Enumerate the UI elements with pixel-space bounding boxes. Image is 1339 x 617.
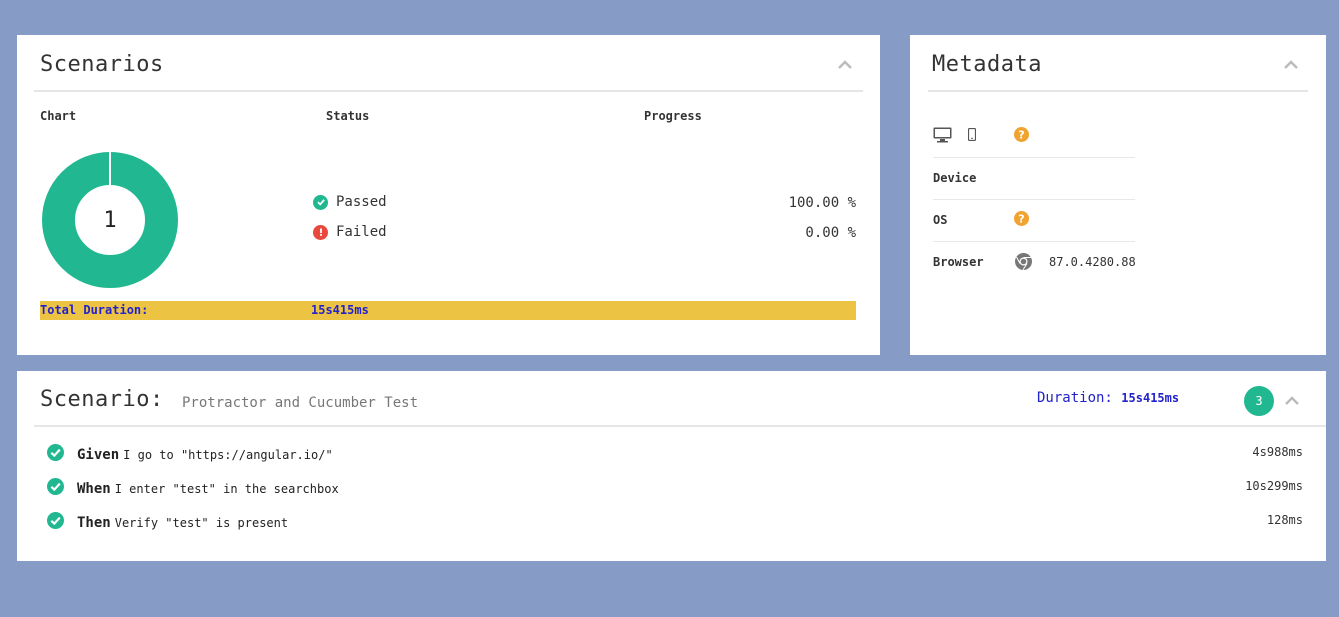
meta-icons-row: ? — [933, 115, 1135, 158]
meta-row-browser: Browser 87.0.4280.88 — [933, 241, 1136, 283]
collapse-chevron-icon[interactable] — [837, 60, 857, 74]
meta-row-device: Device — [933, 157, 1135, 200]
svg-text:?: ? — [1018, 129, 1024, 142]
check-circle-icon — [313, 194, 328, 210]
step-row: Then Verify "test" is present 128ms — [47, 512, 1303, 536]
chrome-icon — [1015, 253, 1032, 273]
total-duration-bar: Total Duration: 15s415ms — [40, 301, 856, 320]
meta-label-browser: Browser — [933, 255, 984, 269]
step-keyword: Given — [77, 447, 120, 463]
meta-label-device: Device — [933, 171, 977, 185]
mobile-icon — [967, 127, 977, 144]
scenarios-title: Scenarios — [40, 52, 164, 77]
col-status-header: Status — [326, 109, 370, 123]
question-icon: ? — [1014, 211, 1029, 229]
progress-passed: 100.00 % — [788, 195, 856, 211]
donut-center-value: 1 — [103, 207, 117, 233]
step-keyword: When — [77, 481, 111, 497]
scenarios-panel: Scenarios Chart Status Progress 1 Passed… — [17, 35, 880, 355]
status-label-failed: Failed — [336, 224, 387, 240]
scenario-title: Scenario: — [40, 387, 164, 412]
status-label-passed: Passed — [336, 194, 387, 210]
meta-label-os: OS — [933, 213, 948, 227]
metadata-panel: Metadata ? Device OS ? Browser 87.0.4280… — [910, 35, 1326, 355]
step-row: When I enter "test" in the searchbox 10s2… — [47, 478, 1303, 502]
desktop-icon — [933, 127, 952, 146]
exclamation-circle-icon — [313, 224, 328, 240]
duration-value: 15s415ms — [1121, 391, 1180, 405]
step-text: I go to "https://angular.io/" — [123, 448, 333, 462]
step-text: I enter "test" in the searchbox — [114, 482, 339, 496]
duration-label: Duration: — [1037, 390, 1113, 406]
check-circle-icon — [47, 478, 64, 499]
step-keyword: Then — [77, 515, 111, 531]
divider — [34, 425, 1326, 427]
collapse-chevron-icon[interactable] — [1284, 396, 1304, 410]
check-circle-icon — [47, 444, 64, 465]
scenario-name: Protractor and Cucumber Test — [182, 395, 419, 411]
step-duration: 10s299ms — [1245, 479, 1303, 493]
metadata-title: Metadata — [932, 52, 1042, 77]
collapse-chevron-icon[interactable] — [1283, 60, 1303, 74]
divider — [34, 90, 863, 92]
scenario-duration: Duration: 15s415ms — [1037, 390, 1179, 406]
status-row-failed: Failed — [313, 224, 387, 240]
steps-count-badge: 3 — [1244, 386, 1274, 416]
col-progress-header: Progress — [644, 109, 702, 123]
step-text: Verify "test" is present — [114, 516, 289, 530]
check-circle-icon — [47, 512, 64, 533]
svg-text:?: ? — [1018, 213, 1024, 226]
scenario-panel: Scenario: Protractor and Cucumber Test D… — [17, 371, 1326, 561]
question-icon: ? — [1014, 127, 1029, 145]
step-row: Given I go to "https://angular.io/" 4s988… — [47, 444, 1303, 468]
meta-row-os: OS ? — [933, 199, 1135, 242]
divider — [928, 90, 1308, 92]
progress-failed: 0.00 % — [805, 225, 856, 241]
total-duration-value: 15s415ms — [311, 303, 369, 317]
col-chart-header: Chart — [40, 109, 77, 123]
total-duration-label: Total Duration: — [40, 303, 149, 317]
step-duration: 4s988ms — [1252, 445, 1303, 459]
browser-version: 87.0.4280.88 — [1049, 255, 1136, 269]
step-duration: 128ms — [1266, 513, 1303, 527]
status-row-passed: Passed — [313, 194, 387, 210]
